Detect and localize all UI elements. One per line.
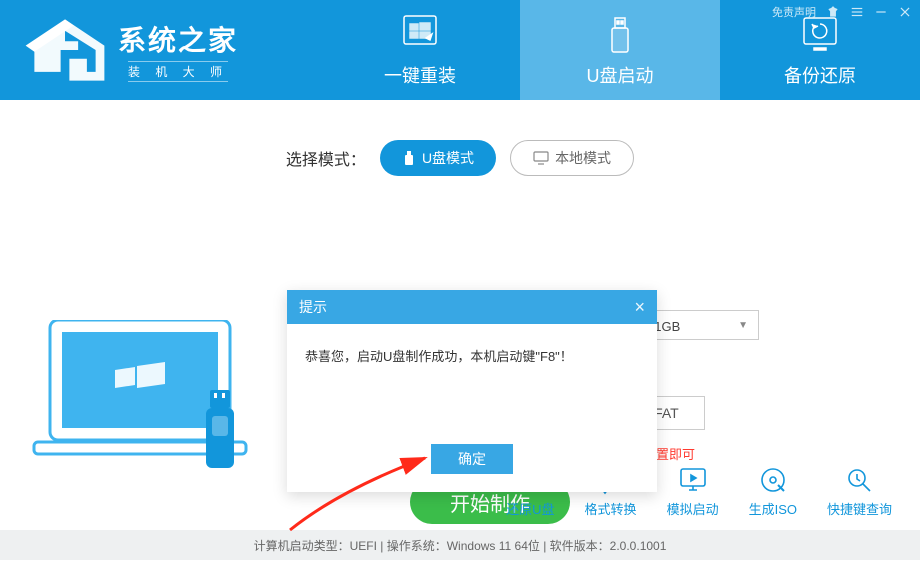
chevron-down-icon: ▼	[738, 320, 748, 331]
dialog-close-button[interactable]: ×	[634, 297, 645, 318]
nav-usb-label: U盘启动	[587, 62, 654, 88]
window-controls: 免责声明	[772, 4, 912, 20]
app-header: 免责声明 系统之家 装 机 大 师 一键重装 U盘启动 备份还原	[0, 0, 920, 100]
logo-subtitle: 装 机 大 师	[128, 61, 228, 82]
nav-usb[interactable]: U盘启动	[520, 0, 720, 100]
logo-area: 系统之家 装 机 大 师	[0, 15, 320, 85]
laptop-illustration	[30, 320, 270, 490]
success-dialog: 提示 × 恭喜您，启动U盘制作成功，本机启动键"F8"！ 确定	[287, 290, 657, 492]
usb-mode-label: U盘模式	[422, 148, 474, 168]
house-icon	[20, 15, 110, 85]
dialog-ok-button[interactable]: 确定	[431, 444, 513, 474]
dialog-title: 提示	[299, 297, 327, 317]
local-mode-button[interactable]: 本地模式	[510, 140, 634, 176]
close-icon[interactable]	[898, 5, 912, 19]
local-mode-label: 本地模式	[555, 148, 611, 168]
nav-backup-label: 备份还原	[784, 62, 856, 88]
tool-format-label: 格式转换	[585, 499, 637, 518]
dialog-ok-label: 确定	[458, 449, 486, 469]
tool-hotkey-query[interactable]: 快捷键查询	[827, 465, 892, 518]
tool-generate-iso[interactable]: 生成ISO	[749, 465, 797, 518]
dialog-header: 提示 ×	[287, 290, 657, 324]
skin-icon[interactable]	[826, 5, 840, 19]
dialog-message: 恭喜您，启动U盘制作成功，本机启动键"F8"！	[287, 324, 657, 444]
iso-icon	[758, 465, 788, 495]
monitor-icon	[533, 151, 549, 165]
tool-hotkey-label: 快捷键查询	[827, 499, 892, 518]
status-bar: 计算机启动类型：UEFI | 操作系统：Windows 11 64位 | 软件版…	[0, 530, 920, 560]
tool-iso-label: 生成ISO	[749, 499, 797, 518]
mode-selector: 选择模式： U盘模式 本地模式	[0, 100, 920, 176]
nav-reinstall[interactable]: 一键重装	[320, 0, 520, 100]
content-area: 选择模式： U盘模式 本地模式 ）26.91GB ▼ exFAT 认配置即可 开…	[0, 100, 920, 530]
windows-reinstall-icon	[398, 12, 442, 56]
mode-label: 选择模式：	[286, 146, 366, 170]
menu-icon[interactable]	[850, 5, 864, 19]
tool-simulate-label: 模拟启动	[667, 499, 719, 518]
tool-simulate-boot[interactable]: 模拟启动	[667, 465, 719, 518]
hotkey-icon	[844, 465, 874, 495]
usb-icon	[402, 150, 416, 166]
logo-title: 系统之家	[118, 19, 238, 59]
status-text: 计算机启动类型：UEFI | 操作系统：Windows 11 64位 | 软件版…	[254, 537, 667, 554]
tool-restore-label: 还原U盘	[506, 499, 554, 518]
usb-mode-button[interactable]: U盘模式	[380, 140, 496, 176]
minimize-icon[interactable]	[874, 5, 888, 19]
nav-reinstall-label: 一键重装	[384, 62, 456, 88]
simulate-boot-icon	[678, 465, 708, 495]
disclaimer-link[interactable]: 免责声明	[772, 4, 816, 20]
usb-boot-icon	[598, 12, 642, 56]
